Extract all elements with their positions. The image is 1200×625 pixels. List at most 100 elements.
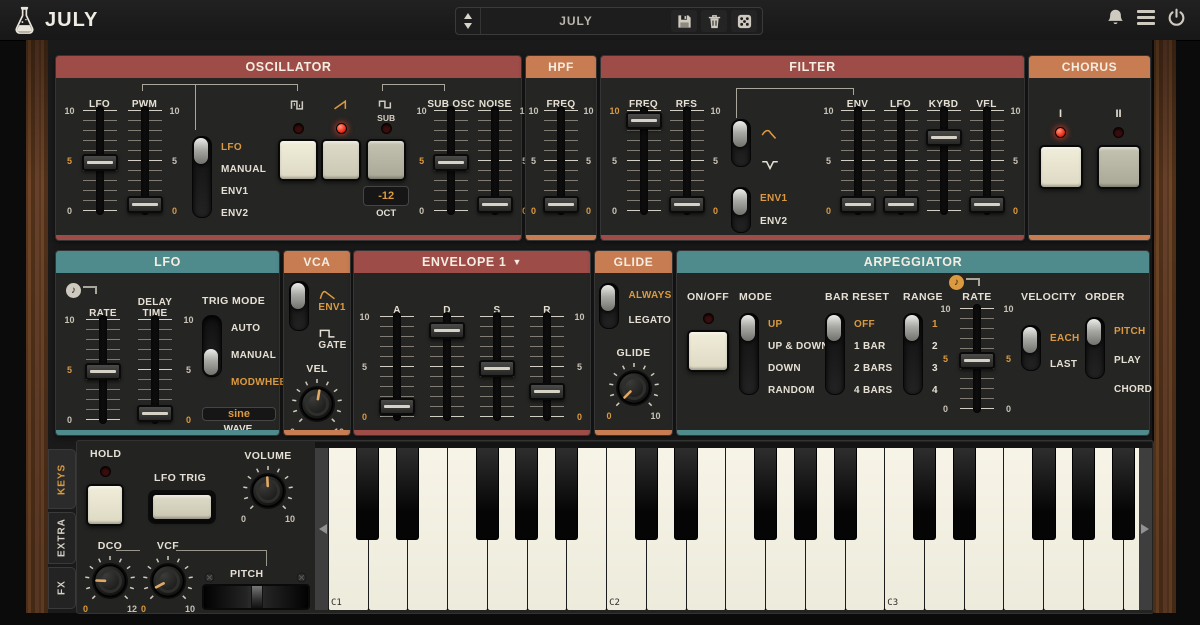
save-preset-button[interactable] (671, 10, 697, 32)
arp-order-switch[interactable] (1085, 317, 1105, 379)
chorus-1-button[interactable] (1039, 145, 1083, 189)
vcf-bend-knob[interactable] (139, 552, 197, 610)
arp-bar-reset-switch-option-off[interactable]: OFF (854, 313, 892, 335)
env-decay-slider[interactable] (430, 316, 464, 417)
arp-velocity-switch-handle[interactable] (1023, 327, 1037, 353)
arp-velocity-switch-option-each[interactable]: EACH (1050, 325, 1080, 351)
pwm-mode-switch[interactable] (192, 136, 212, 218)
filter-freq-slider[interactable] (627, 110, 661, 211)
arp-mode-switch-option-up-down[interactable]: UP & DOWN (768, 335, 829, 357)
filter-vel-slider-handle[interactable] (969, 196, 1005, 213)
pwm-mode-switch-option-env1[interactable]: ENV1 (221, 180, 266, 202)
pwm-mode-switch-option-manual[interactable]: MANUAL (221, 158, 266, 180)
lfo-wave-select[interactable]: sine (202, 407, 276, 421)
sub-osc-slider-handle[interactable] (433, 154, 469, 171)
arp-bar-reset-switch-handle[interactable] (827, 315, 841, 341)
vca-source-switch-handle[interactable] (291, 283, 305, 309)
keyboard-scroll-right[interactable] (1139, 448, 1152, 610)
osc-pwm-slider-handle[interactable] (127, 196, 163, 213)
tab-keys[interactable]: KEYS (48, 449, 76, 509)
dco-bend-knob[interactable] (81, 552, 139, 610)
filter-env-switch-option-env2[interactable]: ENV2 (760, 210, 787, 233)
black-key[interactable] (674, 448, 697, 540)
osc-lfo-slider-handle[interactable] (82, 154, 118, 171)
power-icon[interactable] (1167, 8, 1186, 27)
menu-icon[interactable] (1137, 10, 1155, 25)
delete-preset-button[interactable] (701, 10, 727, 32)
filter-lfo-slider-handle[interactable] (883, 196, 919, 213)
tab-fx[interactable]: FX (48, 567, 76, 609)
random-preset-button[interactable] (731, 10, 757, 32)
pwm-mode-switch-option-env2[interactable]: ENV2 (221, 202, 266, 224)
glide-mode-switch-handle[interactable] (601, 285, 615, 311)
arp-velocity-switch[interactable] (1021, 325, 1041, 371)
filter-type-switch[interactable] (731, 119, 751, 167)
filter-env-switch[interactable] (731, 187, 751, 233)
env-attack-slider-handle[interactable] (379, 398, 415, 415)
filter-res-slider-handle[interactable] (669, 196, 705, 213)
black-key[interactable] (635, 448, 658, 540)
arp-order-switch-option-pitch[interactable]: PITCH (1114, 317, 1152, 346)
black-key[interactable] (754, 448, 777, 540)
hpf-freq-slider[interactable] (544, 110, 578, 211)
arp-order-switch-handle[interactable] (1087, 319, 1101, 345)
lfo-delay-slider[interactable] (138, 319, 172, 420)
vca-source-switch[interactable] (289, 281, 309, 331)
black-key[interactable] (1032, 448, 1055, 540)
sub-osc-slider[interactable] (434, 110, 468, 211)
black-key[interactable] (396, 448, 419, 540)
envelope-dropdown-icon[interactable]: ▼ (512, 257, 522, 267)
black-key[interactable] (913, 448, 936, 540)
glide-mode-switch-option-legato[interactable]: LEGATO (628, 308, 671, 333)
oct-value[interactable]: -12 (363, 186, 409, 206)
arp-range-switch-handle[interactable] (905, 315, 919, 341)
osc-lfo-slider[interactable] (83, 110, 117, 211)
vca-source-switch-option-gate[interactable]: GATE (318, 319, 346, 357)
lfo-trig-button[interactable] (151, 493, 213, 521)
filter-res-slider[interactable] (670, 110, 704, 211)
lfo-sync-icon[interactable]: ♪ (66, 283, 81, 298)
black-key[interactable] (953, 448, 976, 540)
glide-mode-switch-option-always[interactable]: ALWAYS (628, 283, 671, 308)
lfo-trig-mode-switch[interactable] (202, 315, 222, 377)
glide-mode-switch[interactable] (599, 283, 619, 329)
arp-onoff-button[interactable] (687, 330, 729, 372)
black-key[interactable] (356, 448, 379, 540)
glide-knob[interactable] (605, 359, 663, 417)
noise-slider-handle[interactable] (477, 196, 513, 213)
filter-env-slider[interactable] (841, 110, 875, 211)
env-decay-slider-handle[interactable] (429, 322, 465, 339)
black-key[interactable] (834, 448, 857, 540)
lfo-delay-slider-handle[interactable] (137, 405, 173, 422)
arp-rate-slider-handle[interactable] (959, 352, 995, 369)
filter-type-switch-option-lowpass-icon[interactable] (760, 119, 784, 149)
preset-name[interactable]: JULY (481, 8, 671, 34)
lfo-rate-slider-handle[interactable] (85, 363, 121, 380)
vca-source-switch-option-env1[interactable]: ENV1 (318, 281, 346, 319)
tab-extra[interactable]: EXTRA (48, 512, 76, 564)
arp-mode-switch-option-down[interactable]: DOWN (768, 357, 829, 379)
hpf-freq-slider-handle[interactable] (543, 196, 579, 213)
arp-bar-reset-switch-option-2-bars[interactable]: 2 BARS (854, 357, 892, 379)
filter-kybd-slider-handle[interactable] (926, 129, 962, 146)
arp-order-switch-option-chord[interactable]: CHORD (1114, 375, 1152, 404)
arp-mode-switch-option-up[interactable]: UP (768, 313, 829, 335)
pwm-mode-switch-option-lfo[interactable]: LFO (221, 136, 266, 158)
arp-rate-slider[interactable] (960, 308, 994, 409)
lfo-trig-mode-switch-handle[interactable] (204, 349, 218, 375)
arp-mode-switch[interactable] (739, 313, 759, 395)
volume-knob[interactable] (239, 462, 297, 520)
filter-vel-slider[interactable] (970, 110, 1004, 211)
black-key[interactable] (794, 448, 817, 540)
lfo-rate-slider[interactable] (86, 319, 120, 420)
filter-kybd-slider[interactable] (927, 110, 961, 211)
arp-order-switch-option-play[interactable]: PLAY (1114, 346, 1152, 375)
filter-env-switch-option-env1[interactable]: ENV1 (760, 187, 787, 210)
black-key[interactable] (1112, 448, 1135, 540)
pwm-mode-switch-handle[interactable] (194, 138, 208, 164)
filter-env-slider-handle[interactable] (840, 196, 876, 213)
filter-freq-slider-handle[interactable] (626, 112, 662, 129)
hold-button[interactable] (86, 484, 124, 526)
chorus-2-button[interactable] (1097, 145, 1141, 189)
arp-velocity-switch-option-last[interactable]: LAST (1050, 351, 1080, 377)
